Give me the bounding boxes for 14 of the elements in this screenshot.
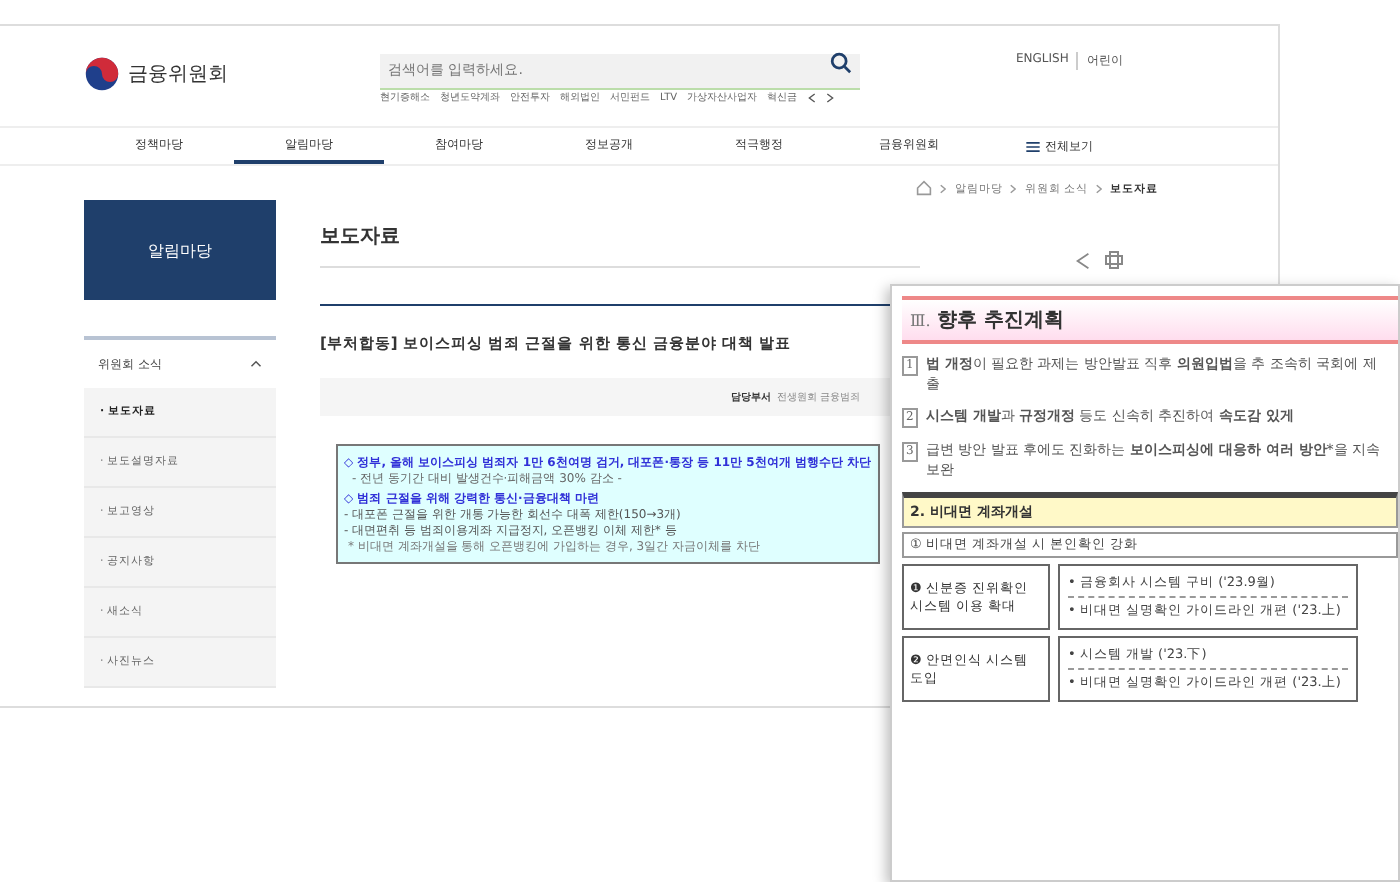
section-heading: Ⅲ. 향후 추진계획 bbox=[902, 296, 1398, 344]
search-icon[interactable] bbox=[830, 52, 852, 74]
chevron-icon bbox=[1010, 183, 1017, 193]
share-icon[interactable] bbox=[1074, 251, 1092, 269]
taegeuk-logo-icon bbox=[84, 56, 120, 92]
chevron-icon bbox=[1096, 183, 1102, 193]
sidebar-title: 알림마당 bbox=[84, 200, 276, 300]
print-icon[interactable] bbox=[1104, 250, 1124, 270]
chevron-icon[interactable] bbox=[250, 360, 262, 368]
menu-icon[interactable] bbox=[1025, 141, 1039, 151]
home-icon[interactable] bbox=[916, 180, 933, 196]
site-logo-text[interactable]: 금융위원회 bbox=[128, 60, 228, 88]
chevron-icon bbox=[940, 183, 947, 193]
page-title: 보도자료 bbox=[320, 226, 400, 248]
